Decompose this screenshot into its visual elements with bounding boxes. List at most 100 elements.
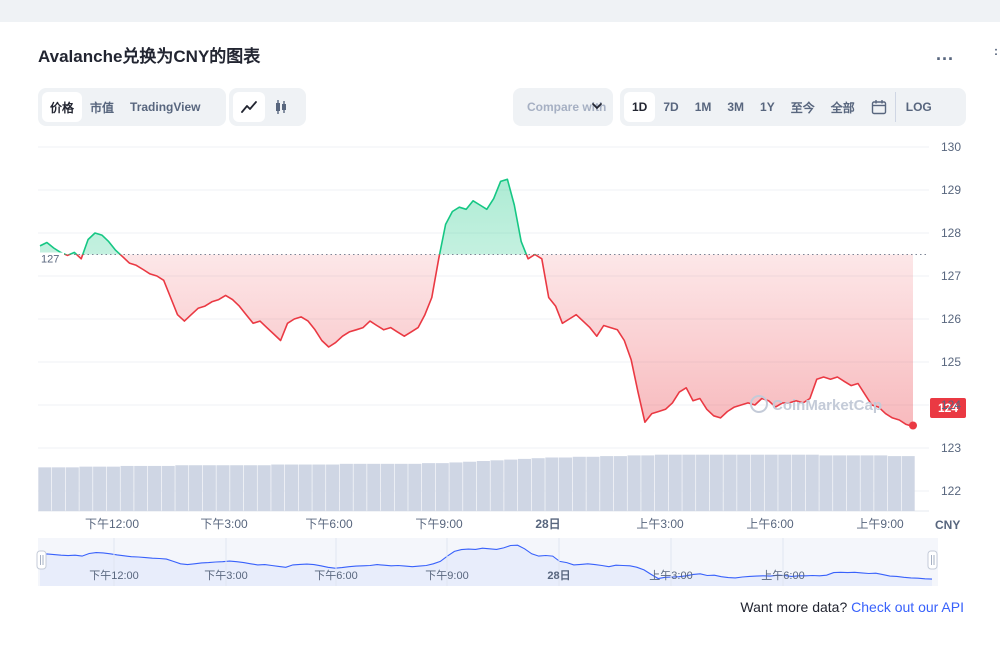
volume-bar	[723, 454, 737, 511]
volume-bar	[449, 462, 463, 511]
volume-bar	[284, 464, 299, 511]
volume-bar	[161, 465, 175, 511]
baseline-label: 127	[41, 254, 59, 266]
volume-bar	[421, 463, 436, 511]
volume-bar	[641, 455, 655, 511]
y-tick-label: 127	[941, 269, 961, 283]
x-tick-label: 下午12:00	[85, 517, 139, 531]
volume-bar	[586, 456, 600, 511]
volume-bar	[709, 454, 723, 511]
volume-bar	[312, 464, 326, 511]
volume-bar	[38, 467, 52, 511]
volume-bar	[175, 465, 189, 511]
y-tick-label: 123	[941, 441, 961, 455]
volume-bar	[860, 455, 874, 511]
volume-bar	[668, 454, 682, 511]
volume-bar	[846, 455, 860, 511]
volume-bar	[805, 454, 819, 511]
volume-bar	[106, 466, 120, 511]
volume-bar	[367, 463, 381, 511]
volume-bar	[572, 456, 586, 511]
navigator-tick-label: 下午9:00	[425, 569, 468, 582]
volume-bar	[490, 460, 504, 511]
volume-bar	[613, 456, 627, 511]
y-tick-label: 130	[941, 140, 961, 154]
volume-bar	[394, 463, 408, 511]
volume-bar	[120, 465, 134, 511]
volume-bar	[737, 454, 751, 511]
volume-bar	[93, 466, 107, 511]
volume-bar	[463, 461, 477, 511]
y-tick-label: 126	[941, 312, 961, 326]
volume-bar	[517, 458, 532, 511]
volume-bar	[380, 463, 394, 511]
currency-label: CNY	[935, 518, 960, 532]
volume-bar	[901, 456, 915, 511]
y-tick-label: 125	[941, 355, 961, 369]
navigator-tick-label: 上午3:00	[649, 569, 692, 582]
y-axis: 130 129 128 127 126 125 124 123 122	[941, 140, 961, 498]
volume-bar	[791, 454, 806, 511]
navigator-tick-label: 下午3:00	[204, 569, 247, 582]
volume-bar	[202, 465, 216, 511]
x-tick-label: 上午9:00	[856, 517, 904, 531]
range-navigator[interactable]: 下午12:00 下午3:00 下午6:00 下午9:00 28日 上午3:00 上午6:00	[36, 538, 938, 586]
volume-bar	[65, 467, 79, 511]
price-chart: 127 124 130 129 128 127 126 125 124 123 122 下午12:…	[36, 140, 966, 586]
footer-api: Want more data? Check out our API	[740, 599, 964, 615]
navigator-tick-label: 下午12:00	[89, 569, 139, 582]
footer-text: Want more data?	[740, 599, 848, 615]
volume-bar	[257, 465, 271, 511]
volume-bar	[504, 459, 518, 511]
volume-bar	[476, 461, 490, 511]
volume-bar	[750, 454, 764, 511]
y-tick-label: 122	[941, 484, 961, 498]
volume-bar	[778, 454, 792, 511]
navigator-handle-left	[36, 550, 47, 570]
x-tick-label: 下午6:00	[305, 517, 353, 531]
x-tick-label: 上午3:00	[636, 517, 684, 531]
navigator-tick-label: 上午6:00	[761, 569, 804, 582]
volume-bar	[326, 464, 340, 511]
volume-bar	[833, 455, 847, 511]
volume-bar	[559, 457, 573, 511]
volume-bar	[189, 465, 203, 511]
volume-bar	[243, 465, 257, 511]
volume-bar	[874, 455, 888, 511]
volume-bar	[435, 463, 449, 511]
y-tick-label: 128	[941, 226, 961, 240]
volume-bar	[339, 463, 353, 511]
x-tick-label: 下午9:00	[415, 517, 463, 531]
volume-bar	[353, 463, 367, 511]
x-axis: 下午12:00 下午3:00 下午6:00 下午9:00 28日 上午3:00 上午6:00…	[85, 517, 960, 532]
volume-bar	[79, 466, 93, 511]
navigator-tick-label: 下午6:00	[314, 569, 357, 582]
x-tick-label: 上午6:00	[746, 517, 794, 531]
y-tick-label: 124	[941, 398, 961, 412]
volume-bar	[627, 455, 641, 511]
watermark-text: CoinMarketCap	[772, 397, 882, 414]
volume-bar	[696, 454, 710, 511]
x-tick-label: 下午3:00	[200, 517, 248, 531]
x-tick-label: 28日	[535, 517, 560, 531]
volume-bar	[819, 455, 833, 511]
volume-bar	[134, 465, 148, 511]
volume-bar	[298, 464, 312, 511]
volume-bar	[408, 463, 422, 511]
volume-bar	[682, 454, 696, 511]
volume-bar	[654, 454, 669, 511]
volume-bar	[887, 456, 901, 511]
volume-bar	[271, 464, 285, 511]
y-tick-label: 129	[941, 183, 961, 197]
volume-bar	[230, 465, 244, 511]
volume-bars	[38, 454, 915, 511]
price-area	[40, 179, 913, 427]
current-price-dot	[909, 421, 917, 430]
volume-bar	[52, 467, 66, 511]
volume-bar	[764, 454, 778, 511]
navigator-handle-right	[927, 550, 938, 570]
volume-bar	[531, 458, 545, 511]
volume-bar	[545, 457, 559, 511]
api-link[interactable]: Check out our API	[851, 599, 964, 615]
volume-bar	[147, 465, 162, 511]
